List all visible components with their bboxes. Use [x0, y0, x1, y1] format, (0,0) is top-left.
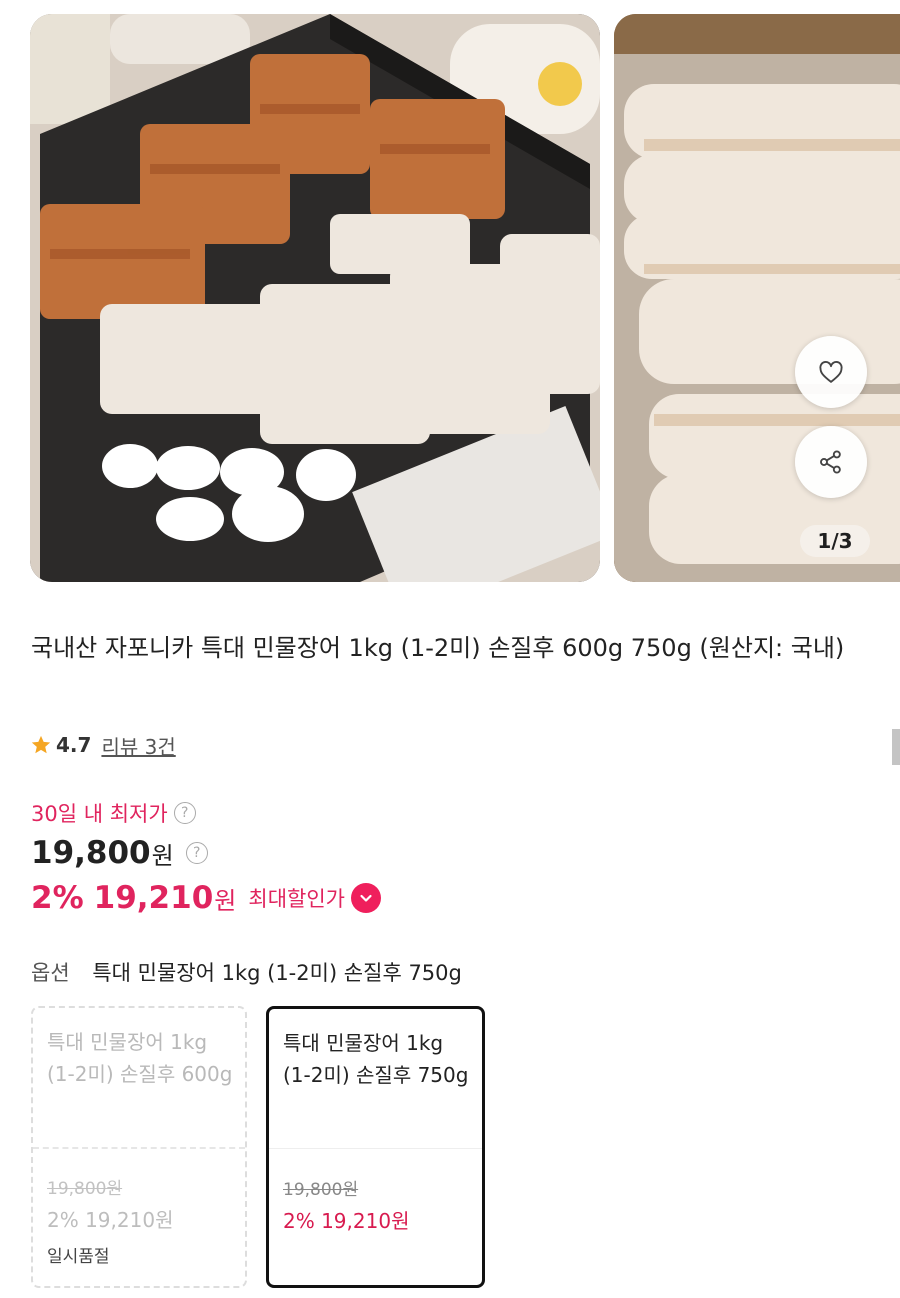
rating-score: 4.7 [56, 733, 92, 757]
sale-price-unit: 원 [214, 886, 237, 915]
share-icon [820, 450, 841, 474]
star-icon [31, 735, 51, 754]
scrollbar-thumb[interactable] [892, 729, 900, 765]
option-card-name: 특대 민물장어 1kg (1-2미) 손질후 600g [47, 1030, 233, 1086]
option-label: 옵션 [31, 961, 70, 985]
price-help-icon[interactable]: ? [185, 842, 208, 864]
option-card-original-price: 19,800원 [47, 1179, 123, 1199]
option-card-600g[interactable]: 특대 민물장어 1kg (1-2미) 손질후 600g 19,800원 2% 1… [31, 1006, 247, 1288]
max-discount-toggle[interactable] [350, 883, 381, 913]
sale-price-value: 19,210 [93, 880, 214, 916]
lowest-price-text: 30일 내 최저가 [31, 802, 168, 826]
original-price-value: 19,800 [31, 835, 151, 871]
product-image-grilled-eel[interactable] [30, 14, 600, 582]
option-summary: 옵션 특대 민물장어 1kg (1-2미) 손질후 750g [31, 957, 462, 987]
option-card-original-price: 19,800원 [283, 1180, 359, 1200]
review-count-link[interactable]: 리뷰 3건 [101, 731, 175, 760]
discount-percent: 2% [31, 880, 84, 916]
image-counter: 1/3 [800, 525, 870, 557]
option-card-750g[interactable]: 특대 민물장어 1kg (1-2미) 손질후 750g 19,800원 2% 1… [266, 1006, 485, 1288]
rating-row: 4.7 리뷰 3건 [30, 730, 176, 760]
option-card-divider [269, 1148, 482, 1149]
price-unit: 원 [151, 841, 174, 870]
original-price: 19,800 원 ? [31, 835, 208, 871]
product-image-raw-eel[interactable] [614, 14, 900, 582]
share-button[interactable] [795, 426, 867, 498]
sale-price-row: 2% 19,210 원 최대할인가 [31, 880, 381, 916]
chevron-down-icon [360, 894, 372, 902]
sold-out-label: 일시품절 [47, 1247, 110, 1267]
lowest-price-label: 30일 내 최저가 ? [31, 798, 196, 828]
image-gallery[interactable]: 1/3 [0, 0, 900, 600]
like-button[interactable] [795, 336, 867, 408]
heart-icon [819, 361, 843, 383]
option-card-sale-price: 2% 19,210원 [283, 1209, 410, 1233]
help-icon[interactable]: ? [173, 802, 196, 824]
option-card-name: 특대 민물장어 1kg (1-2미) 손질후 750g [283, 1031, 469, 1087]
option-card-sale-price: 2% 19,210원 [47, 1208, 174, 1232]
option-card-divider [33, 1147, 245, 1150]
option-selected: 특대 민물장어 1kg (1-2미) 손질후 750g [92, 961, 462, 985]
max-discount-label: 최대할인가 [248, 887, 345, 911]
product-title: 국내산 자포니카 특대 민물장어 1kg (1-2미) 손질후 600g 750… [31, 634, 845, 662]
